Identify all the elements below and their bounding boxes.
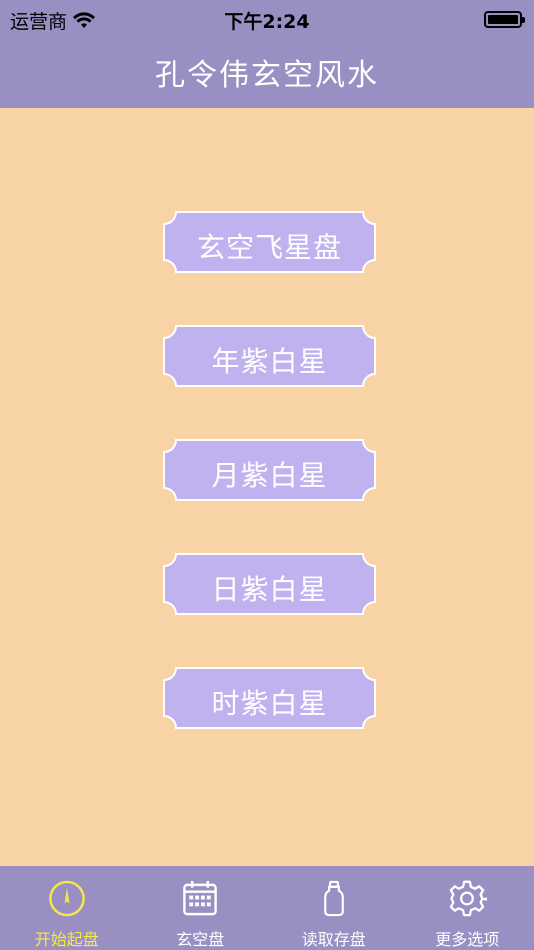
menu-button-label: 时紫白星 bbox=[211, 688, 328, 719]
bottle-icon bbox=[323, 880, 344, 917]
tab-label: 读取存盘 bbox=[301, 930, 366, 949]
tab-label: 玄空盘 bbox=[176, 930, 225, 949]
battery-icon bbox=[484, 11, 525, 28]
tab-start-chart[interactable]: 开始起盘 bbox=[0, 866, 134, 950]
menu-button-flying-star[interactable]: 玄空飞星盘 bbox=[162, 210, 377, 274]
calendar-icon bbox=[183, 880, 218, 916]
page-title: 孔令伟玄空风水 bbox=[155, 58, 379, 93]
compass-icon bbox=[48, 880, 85, 917]
menu-button-label: 日紫白星 bbox=[211, 574, 328, 605]
menu-button-day-star[interactable]: 日紫白星 bbox=[162, 552, 377, 616]
tab-more-options[interactable]: 更多选项 bbox=[401, 866, 534, 950]
menu-button-label: 玄空飞星盘 bbox=[196, 232, 342, 263]
menu-button-month-star[interactable]: 月紫白星 bbox=[162, 438, 377, 502]
menu-button-label: 月紫白星 bbox=[211, 460, 328, 491]
status-bar: 运营商 下午2:24 bbox=[0, 0, 534, 40]
tab-load-saved[interactable]: 读取存盘 bbox=[267, 866, 401, 950]
tab-xuankong[interactable]: 玄空盘 bbox=[134, 866, 268, 950]
header: 运营商 下午2:24 孔令伟玄空风水 bbox=[0, 0, 534, 108]
menu-button-year-star[interactable]: 年紫白星 bbox=[162, 324, 377, 388]
menu-button-hour-star[interactable]: 时紫白星 bbox=[162, 666, 377, 730]
tab-bar: 开始起盘 玄空盘 读取存盘 更多选项 bbox=[0, 866, 534, 950]
clock: 下午2:24 bbox=[224, 11, 310, 33]
menu-button-label: 年紫白星 bbox=[211, 346, 328, 377]
tab-label: 开始起盘 bbox=[34, 930, 99, 949]
gear-icon bbox=[450, 880, 488, 917]
tab-label: 更多选项 bbox=[435, 930, 500, 949]
